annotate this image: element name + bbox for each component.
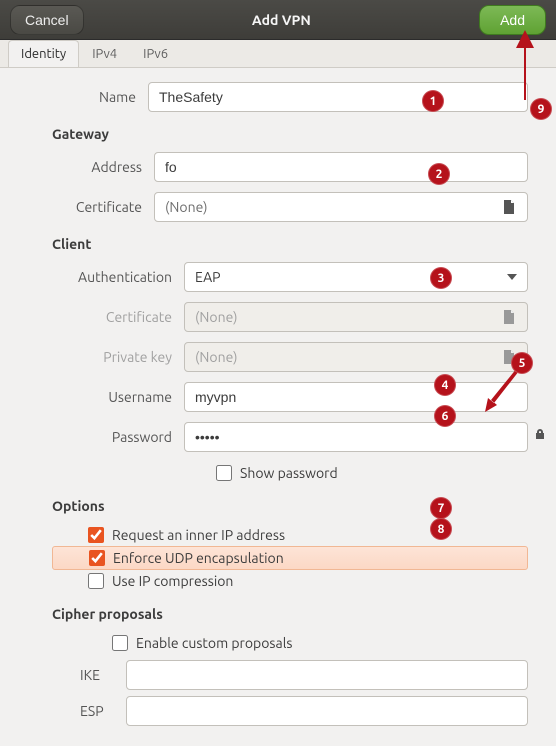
row-esp: ESP <box>80 696 528 726</box>
section-client: Client <box>52 236 528 252</box>
opt-udp-label: Enforce UDP encapsulation <box>113 550 284 566</box>
section-options: Options <box>52 498 528 514</box>
row-enable-custom: Enable custom proposals <box>52 632 528 654</box>
annotation-badge-5: 5 <box>511 352 533 374</box>
annotation-badge-9: 9 <box>530 98 552 120</box>
row-ike: IKE <box>80 660 528 690</box>
tab-ipv6[interactable]: IPv6 <box>130 40 181 67</box>
username-label: Username <box>24 389 184 405</box>
annotation-badge-7: 7 <box>430 497 452 519</box>
annotation-arrow-5 <box>485 368 521 412</box>
name-input[interactable] <box>148 82 528 112</box>
titlebar: Cancel Add VPN Add <box>0 0 556 40</box>
private-key-value: (None) <box>195 349 238 365</box>
auth-value: EAP <box>195 269 221 285</box>
client-cert-label: Certificate <box>24 309 184 325</box>
gateway-cert-value: (None) <box>165 199 208 215</box>
tab-bar: Identity IPv4 IPv6 <box>0 40 556 68</box>
name-label: Name <box>28 89 148 105</box>
row-address: Address <box>24 152 528 182</box>
options-block: Request an inner IP address Enforce UDP … <box>52 524 528 592</box>
ike-input[interactable] <box>126 660 528 690</box>
section-gateway: Gateway <box>52 126 528 142</box>
row-auth: Authentication EAP <box>24 262 528 292</box>
password-store-icon[interactable] <box>532 427 548 447</box>
row-name: Name <box>28 82 528 112</box>
row-show-password: Show password <box>52 462 528 484</box>
password-input[interactable] <box>184 422 528 452</box>
row-password: Password <box>24 422 528 452</box>
private-key-chooser: (None) <box>184 342 528 372</box>
esp-label: ESP <box>80 703 116 719</box>
enable-custom-label: Enable custom proposals <box>136 635 292 651</box>
cancel-button[interactable]: Cancel <box>10 5 84 35</box>
document-icon <box>501 199 517 215</box>
annotation-badge-1: 1 <box>422 90 444 112</box>
username-input[interactable] <box>184 382 528 412</box>
address-label: Address <box>24 159 154 175</box>
opt-inner-checkbox[interactable] <box>88 527 104 543</box>
annotation-badge-6: 6 <box>434 405 456 427</box>
annotation-badge-4: 4 <box>434 374 456 396</box>
annotation-arrow-9 <box>510 30 540 100</box>
auth-label: Authentication <box>24 269 184 285</box>
password-label: Password <box>24 429 184 445</box>
section-cipher: Cipher proposals <box>52 606 528 622</box>
cipher-block: Enable custom proposals IKE ESP <box>52 632 528 726</box>
private-key-label: Private key <box>24 349 184 365</box>
tab-identity[interactable]: Identity <box>8 40 79 67</box>
row-private-key: Private key (None) <box>24 342 528 372</box>
auth-select[interactable]: EAP <box>184 262 528 292</box>
content-area: Name Gateway Address Certificate (None) … <box>0 68 556 746</box>
row-opt-udp: Enforce UDP encapsulation <box>52 546 528 570</box>
gateway-cert-chooser[interactable]: (None) <box>154 192 528 222</box>
gateway-cert-label: Certificate <box>24 199 154 215</box>
opt-inner-label: Request an inner IP address <box>112 527 285 543</box>
opt-comp-label: Use IP compression <box>112 573 233 589</box>
chevron-down-icon <box>507 274 517 280</box>
row-client-cert: Certificate (None) <box>24 302 528 332</box>
row-opt-inner: Request an inner IP address <box>52 524 528 546</box>
esp-input[interactable] <box>126 696 528 726</box>
row-gateway-cert: Certificate (None) <box>24 192 528 222</box>
client-cert-chooser: (None) <box>184 302 528 332</box>
document-icon <box>501 309 517 325</box>
annotation-badge-3: 3 <box>430 267 452 289</box>
show-password-label: Show password <box>240 465 338 481</box>
enable-custom-checkbox[interactable] <box>112 635 128 651</box>
client-cert-value: (None) <box>195 309 238 325</box>
ike-label: IKE <box>80 667 116 683</box>
address-input[interactable] <box>154 152 528 182</box>
annotation-badge-2: 2 <box>428 163 450 185</box>
opt-udp-checkbox[interactable] <box>89 550 105 566</box>
tab-ipv4[interactable]: IPv4 <box>79 40 130 67</box>
show-password-checkbox[interactable] <box>216 465 232 481</box>
opt-comp-checkbox[interactable] <box>88 573 104 589</box>
annotation-badge-8: 8 <box>430 518 452 540</box>
row-opt-comp: Use IP compression <box>52 570 528 592</box>
dialog-title: Add VPN <box>252 12 311 28</box>
